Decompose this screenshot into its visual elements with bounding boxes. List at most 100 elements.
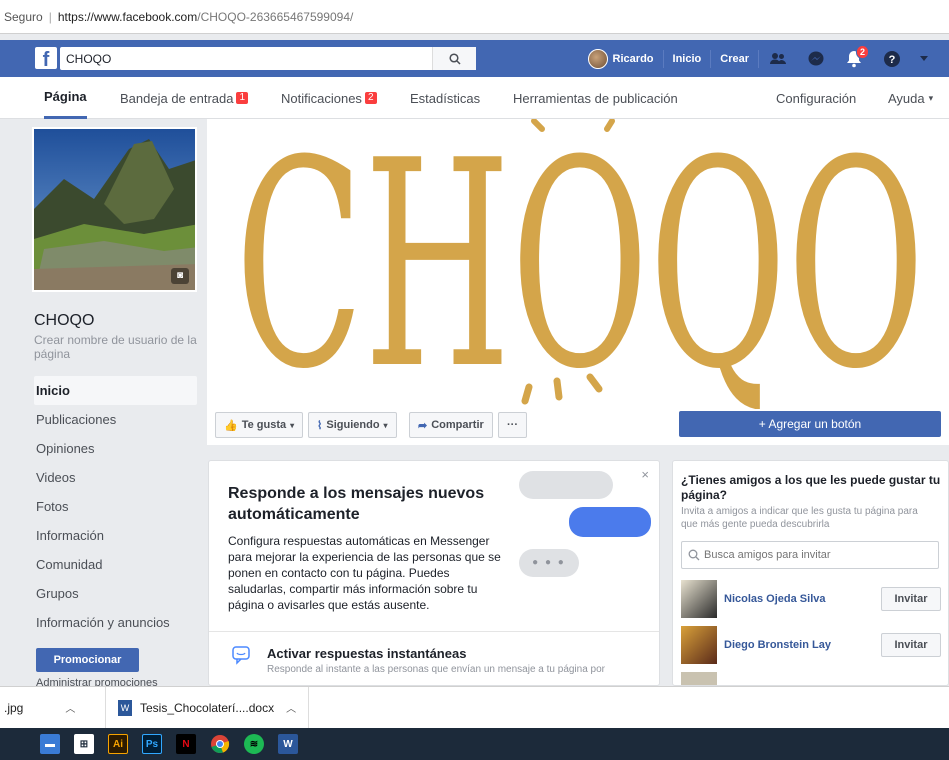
chevron-up-icon[interactable]: ︿ xyxy=(65,700,75,715)
invite-title: ¿Tienes amigos a los que les puede gusta… xyxy=(681,473,941,502)
home-link[interactable]: Inicio xyxy=(664,40,711,77)
search-input[interactable] xyxy=(60,48,432,69)
tab-label: Estadísticas xyxy=(410,90,481,106)
search-icon xyxy=(448,52,461,65)
cover-action-bar: 👍 Te gusta ▾ ⌇ Siguiendo ▾ ➦ Compartir ·… xyxy=(207,409,949,445)
tab-inbox[interactable]: Bandeja de entrada 1 xyxy=(120,77,249,119)
tab-settings[interactable]: Configuración xyxy=(776,77,856,119)
sidebar-item-about[interactable]: Información xyxy=(34,521,197,550)
sidebar-item-info-ads[interactable]: Información y anuncios xyxy=(34,608,197,637)
sidebar-item-reviews[interactable]: Opiniones xyxy=(34,434,197,463)
photoshop-icon[interactable]: Ps xyxy=(142,734,162,754)
sidebar-item-posts[interactable]: Publicaciones xyxy=(34,405,197,434)
chat-bubble-illustration xyxy=(519,471,613,499)
share-icon: ➦ xyxy=(418,419,428,432)
invite-button[interactable]: Invitar xyxy=(881,633,941,657)
spotify-icon[interactable]: ≋ xyxy=(244,734,264,754)
download-item[interactable]: .jpg ︿ xyxy=(0,686,106,729)
card-divider xyxy=(209,631,659,632)
url-path: /CHOQO-263665467599094/ xyxy=(197,9,354,24)
profile-picture[interactable]: ◙ xyxy=(32,127,197,292)
more-button[interactable]: ··· xyxy=(498,412,527,438)
user-name: Ricardo xyxy=(612,52,654,65)
taskbar: ▬ ⊞ Ai Ps N ≋ W xyxy=(0,728,949,760)
messenger-icon xyxy=(808,51,824,65)
avatar xyxy=(681,580,717,618)
avatar xyxy=(587,48,608,69)
chat-bubble-icon xyxy=(232,646,250,665)
help-button[interactable]: ? xyxy=(873,40,911,77)
promote-button[interactable]: Promocionar xyxy=(36,648,139,672)
url-host: https://www.facebook.com xyxy=(57,9,198,24)
tab-label: Página xyxy=(44,89,87,104)
close-icon[interactable]: × xyxy=(641,467,649,482)
search-button[interactable] xyxy=(432,47,476,70)
friend-name[interactable]: Nicolas Ojeda Silva xyxy=(724,593,881,605)
search-icon xyxy=(688,549,700,561)
friend-requests-button[interactable] xyxy=(759,40,797,77)
left-sidebar: ◙ CHOQO Crear nombre de usuario de la pá… xyxy=(22,119,207,689)
notifications-badge: 2 xyxy=(855,45,869,59)
chrome-icon[interactable] xyxy=(210,734,230,754)
messenger-autoreply-card: × Responde a los mensajes nuevos automát… xyxy=(208,460,660,686)
following-label: Siguiendo xyxy=(326,419,380,431)
notifications-count-badge: 2 xyxy=(364,92,377,104)
download-filename: .jpg xyxy=(4,700,24,715)
caret-down-icon: ▾ xyxy=(290,420,295,430)
store-icon[interactable]: ⊞ xyxy=(74,734,94,754)
address-bar[interactable]: Seguro | https://www.facebook.com /CHOQO… xyxy=(0,0,949,34)
invite-button[interactable]: Invitar xyxy=(881,587,941,611)
create-username-link[interactable]: Crear nombre de usuario de la página xyxy=(34,333,199,361)
invite-search-input[interactable] xyxy=(704,543,938,567)
typing-indicator-icon: ● ● ● xyxy=(519,549,579,577)
messenger-button[interactable] xyxy=(797,40,835,77)
help-label: Ayuda xyxy=(888,90,925,106)
chevron-up-icon[interactable]: ︿ xyxy=(286,700,296,715)
following-button[interactable]: ⌇ Siguiendo ▾ xyxy=(308,412,397,438)
profile-link[interactable]: Ricardo xyxy=(579,40,663,77)
word-icon[interactable]: W xyxy=(278,734,298,754)
page-sidebar-nav: Inicio Publicaciones Opiniones Videos Fo… xyxy=(34,376,197,637)
choqo-logo: CHOQO xyxy=(235,119,925,409)
share-button[interactable]: ➦ Compartir xyxy=(409,412,493,438)
sidebar-item-videos[interactable]: Videos xyxy=(34,463,197,492)
caret-down-icon xyxy=(920,55,928,61)
like-button[interactable]: 👍 Te gusta ▾ xyxy=(215,412,304,438)
question-icon: ? xyxy=(884,50,900,67)
notifications-button[interactable]: 2 xyxy=(835,40,873,77)
add-button-button[interactable]: + Agregar un botón xyxy=(679,411,941,437)
sidebar-item-home[interactable]: Inicio xyxy=(34,376,197,405)
tab-publishing-tools[interactable]: Herramientas de publicación xyxy=(513,77,678,119)
caret-down-icon: ▾ xyxy=(383,420,388,430)
create-link[interactable]: Crear xyxy=(711,40,758,77)
facebook-logo-icon[interactable]: f xyxy=(35,47,57,69)
friend-name[interactable]: Diego Bronstein Lay xyxy=(724,639,881,651)
tab-help[interactable]: Ayuda ▾ xyxy=(888,77,933,119)
sidebar-item-community[interactable]: Comunidad xyxy=(34,550,197,579)
netflix-icon[interactable]: N xyxy=(176,734,196,754)
page-name: CHOQO xyxy=(34,312,95,329)
account-menu-button[interactable] xyxy=(911,40,937,77)
caret-down-icon: ▾ xyxy=(928,92,934,103)
tab-notifications[interactable]: Notificaciones 2 xyxy=(281,77,377,119)
cover-photo[interactable]: CHOQO xyxy=(207,119,949,409)
cover-brand-text: CHOQO xyxy=(235,119,925,409)
chat-bubble-illustration xyxy=(569,507,651,537)
tab-page[interactable]: Página xyxy=(44,77,87,119)
rss-icon: ⌇ xyxy=(317,419,323,432)
friends-icon xyxy=(770,52,786,64)
download-item[interactable]: W Tesis_Chocolaterí....docx ︿ xyxy=(106,686,310,729)
svg-text:?: ? xyxy=(889,54,896,66)
instant-replies-title[interactable]: Activar respuestas instantáneas xyxy=(267,646,466,661)
instant-replies-description: Responde al instante a las personas que … xyxy=(267,664,606,675)
camera-icon[interactable]: ◙ xyxy=(171,268,189,284)
list-item xyxy=(681,671,941,685)
sidebar-item-photos[interactable]: Fotos xyxy=(34,492,197,521)
sidebar-item-groups[interactable]: Grupos xyxy=(34,579,197,608)
autoreply-description: Configura respuestas automáticas en Mess… xyxy=(228,534,501,612)
page-nav: Página Bandeja de entrada 1 Notificacione… xyxy=(0,77,949,119)
file-explorer-icon[interactable]: ▬ xyxy=(40,734,60,754)
tab-insights[interactable]: Estadísticas xyxy=(410,77,480,119)
illustrator-icon[interactable]: Ai xyxy=(108,734,128,754)
tab-label: Bandeja de entrada xyxy=(120,90,234,106)
